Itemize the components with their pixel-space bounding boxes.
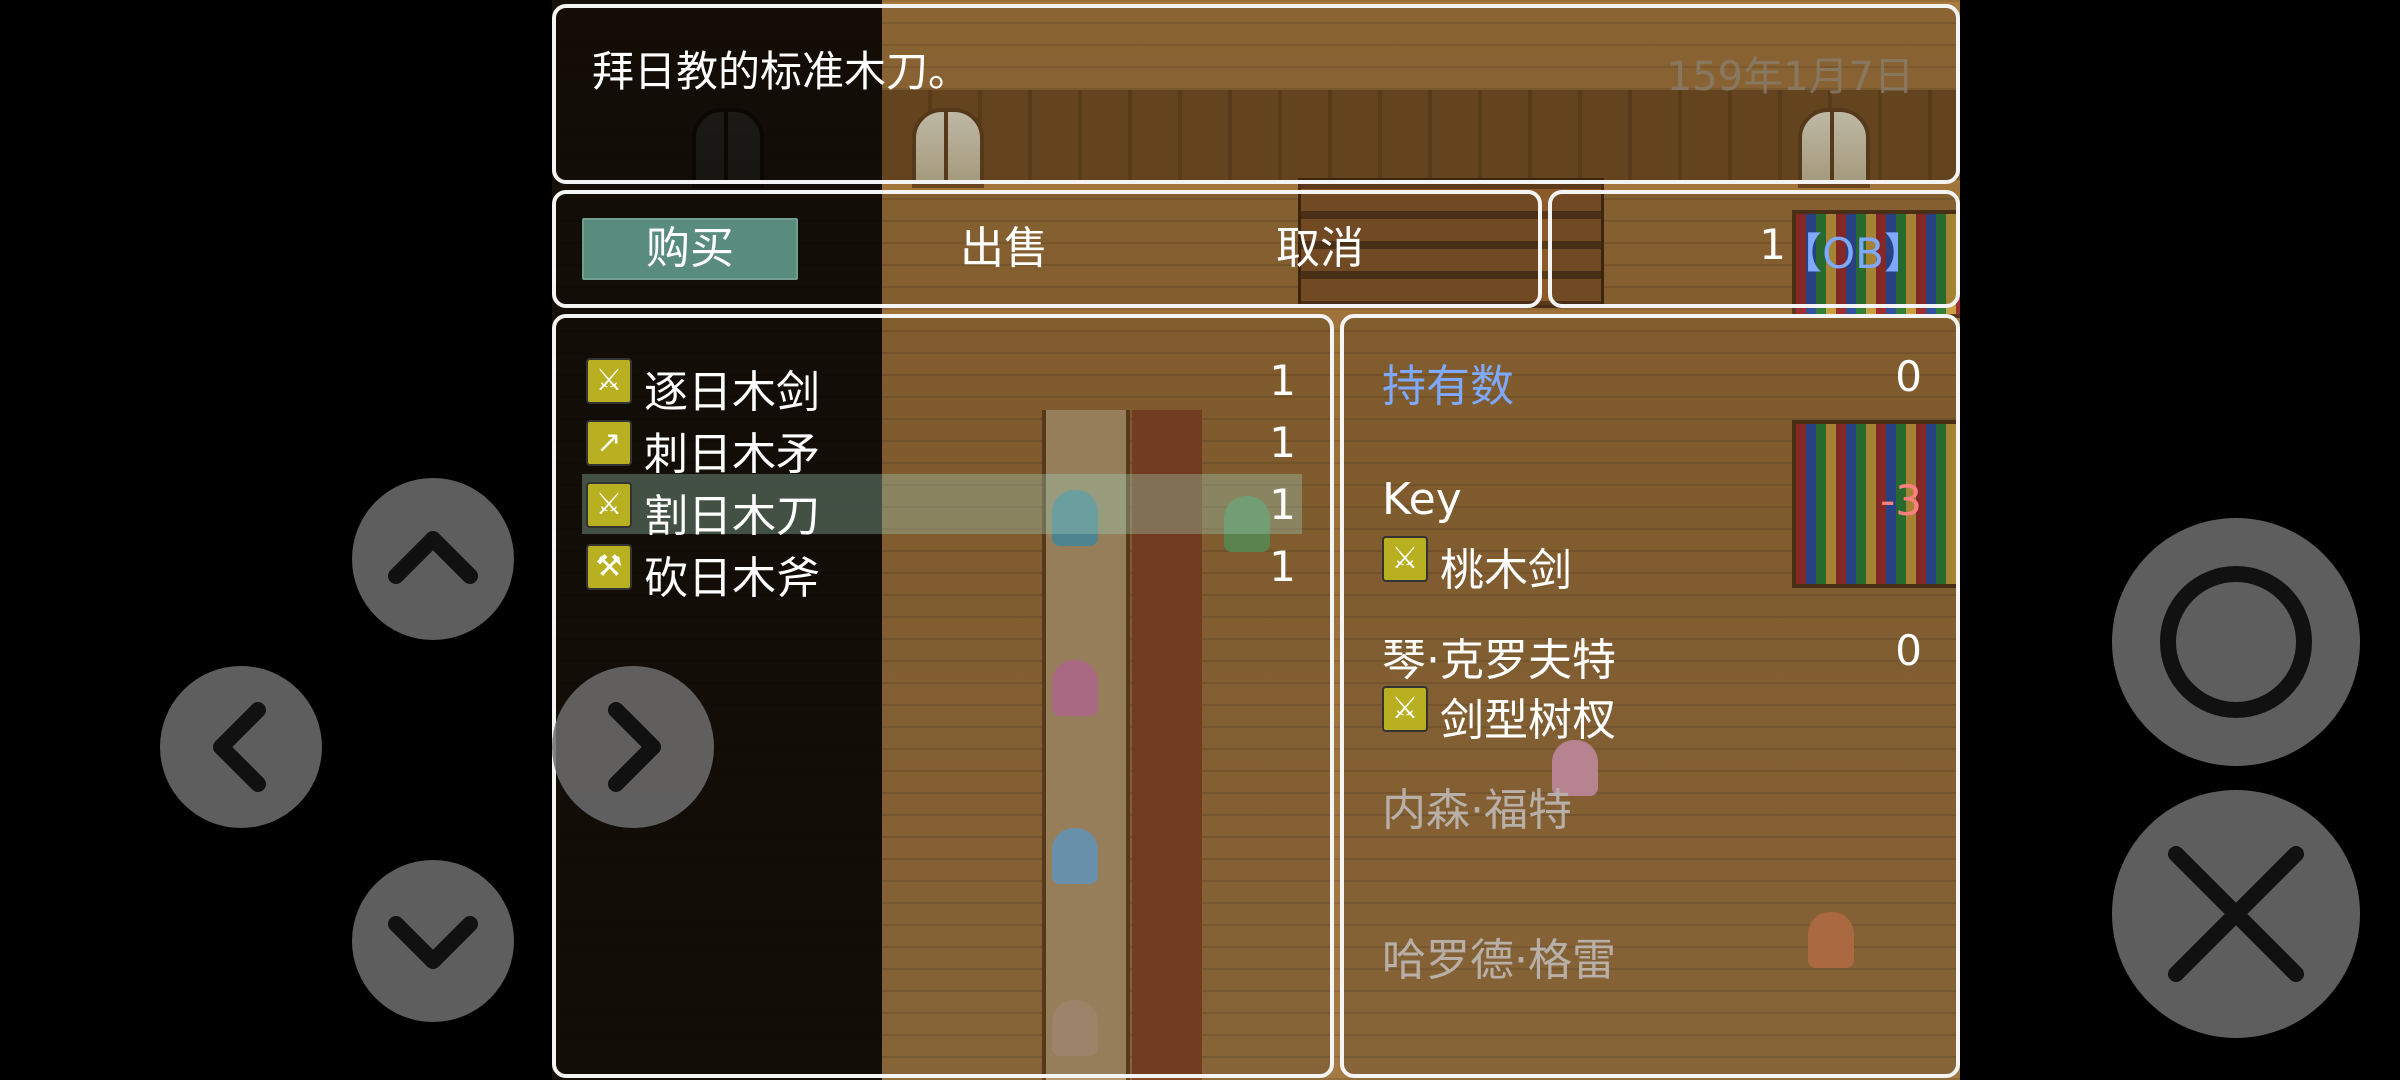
confirm-button[interactable] [2112, 518, 2360, 766]
param-change: -3 [1880, 476, 1922, 525]
shop-command-window: 购买 出售 取消 [552, 190, 1542, 308]
dpad-down-button[interactable] [352, 860, 514, 1022]
dpad-left-button[interactable] [160, 666, 322, 828]
item-name: 刺日木矛 [644, 429, 820, 480]
actor-name-disabled: 哈罗德·格雷 [1382, 935, 1616, 986]
item-price: 1 [1269, 356, 1296, 405]
actor-name: Key [1382, 474, 1462, 525]
cross-icon [2168, 846, 2304, 982]
possession-label: 持有数 [1382, 361, 1514, 412]
shop-item-row[interactable]: ⚒ 砍日木斧 1 [582, 536, 1302, 604]
sell-command[interactable]: 出售 [896, 218, 1112, 280]
shop-item-row-selected[interactable]: ⚔ 割日木刀 1 [582, 474, 1302, 542]
chevron-down-icon [388, 916, 478, 969]
chevron-up-icon [388, 531, 478, 584]
item-price: 1 [1269, 480, 1296, 529]
item-name: 割日木刀 [644, 491, 820, 542]
shop-item-row[interactable]: ⚔ 逐日木剑 1 [582, 350, 1302, 418]
cancel-button[interactable] [2112, 790, 2360, 1038]
dpad-right-button[interactable] [552, 666, 714, 828]
equipped-item-name: 剑型树杈 [1440, 695, 1616, 746]
sword-icon: ⚔ [586, 482, 632, 528]
possession-value: 0 [1895, 352, 1922, 401]
dpad-up-button[interactable] [352, 478, 514, 640]
item-name: 砍日木斧 [644, 553, 820, 604]
shop-item-row[interactable]: ↗ 刺日木矛 1 [582, 412, 1302, 480]
game-date: 159年1月7日 [1666, 54, 1914, 100]
equipped-item-name: 桃木剑 [1440, 545, 1572, 596]
currency-unit: 【OB】 [1780, 229, 1926, 278]
axe-icon: ⚒ [586, 544, 632, 590]
cancel-command[interactable]: 取消 [1212, 218, 1428, 280]
item-name: 逐日木剑 [644, 367, 820, 418]
help-window: 拜日教的标准木刀。 159年1月7日 [552, 4, 1960, 184]
item-price: 1 [1269, 418, 1296, 467]
item-description: 拜日教的标准木刀。 [592, 47, 971, 96]
buy-command[interactable]: 购买 [582, 218, 798, 280]
item-price: 1 [1269, 542, 1296, 591]
actor-name: 琴·克罗夫特 [1382, 635, 1616, 686]
sword-icon: ⚔ [1382, 536, 1428, 582]
spear-icon: ↗ [586, 420, 632, 466]
chevron-left-icon [213, 702, 266, 792]
param-change: 0 [1895, 626, 1922, 675]
chevron-right-icon [608, 702, 661, 792]
actor-name-disabled: 内森·福特 [1382, 785, 1572, 836]
sword-icon: ⚔ [1382, 686, 1428, 732]
shop-status-window: 持有数 0 Key -3 ⚔ 桃木剑 琴·克罗夫特 0 ⚔ 剑型树杈 内森·福特… [1340, 314, 1960, 1078]
circle-icon [2160, 566, 2312, 718]
gold-window: 1 【OB】 [1548, 190, 1960, 308]
sword-icon: ⚔ [586, 358, 632, 404]
